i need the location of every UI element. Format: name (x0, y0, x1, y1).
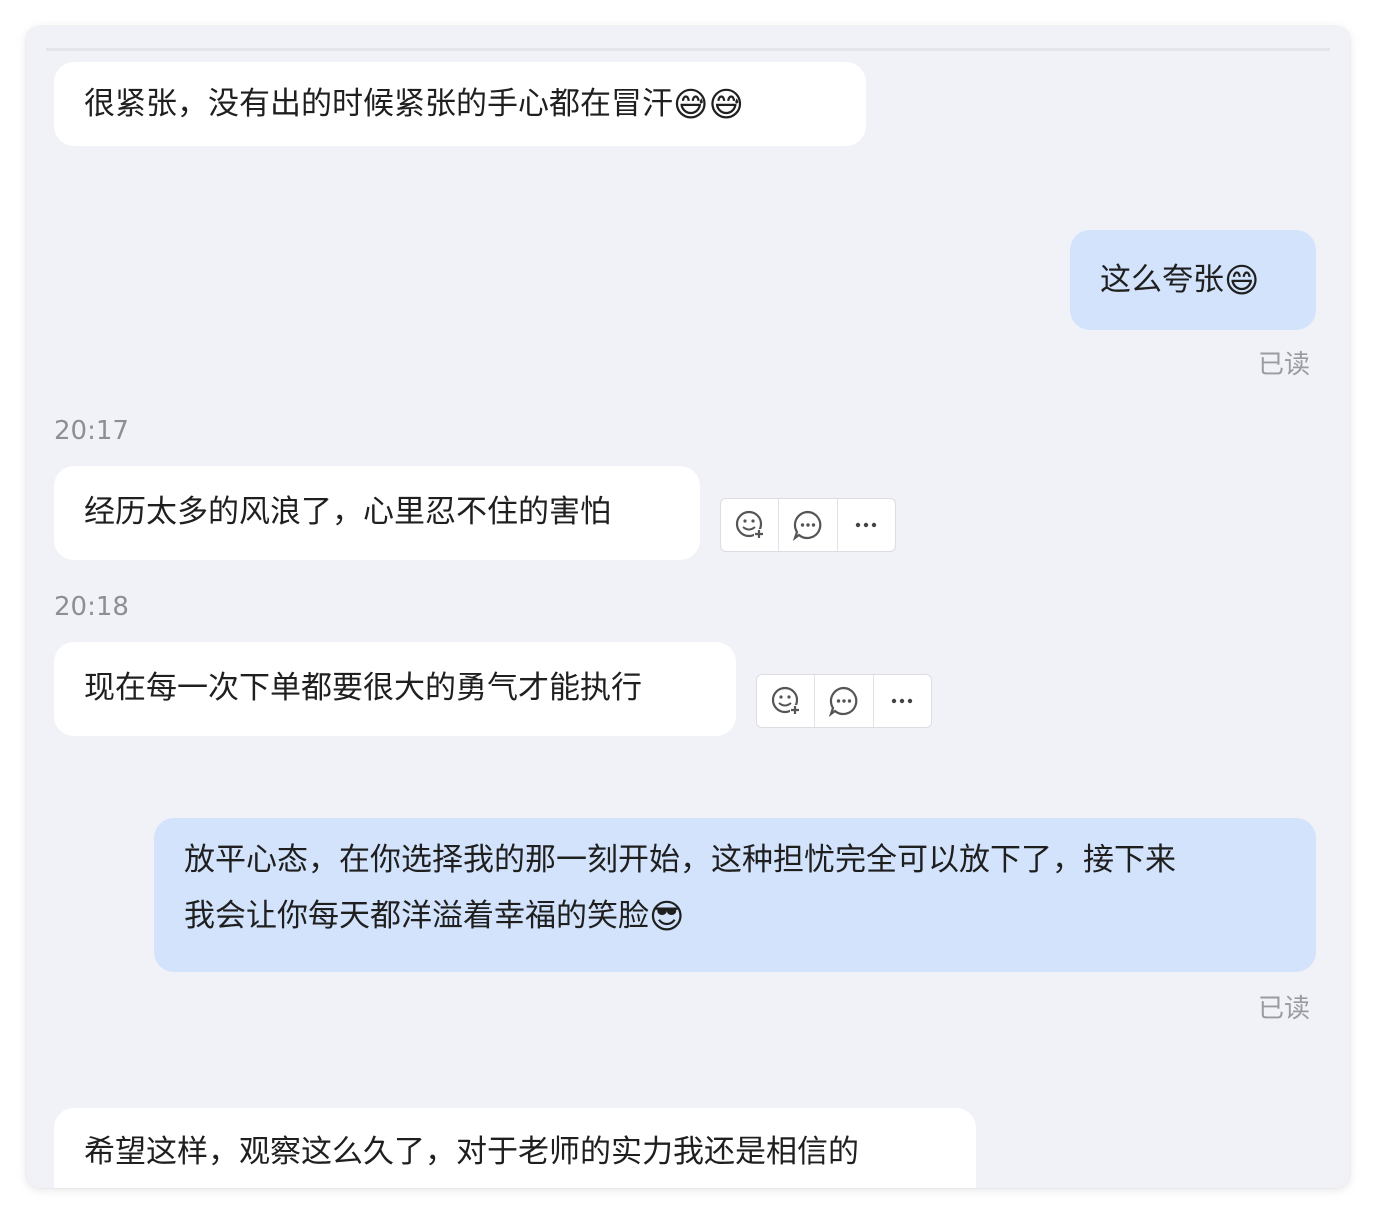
add-reaction-button[interactable] (757, 675, 816, 727)
sunglasses-emoji: 😎 (649, 897, 685, 937)
read-status: 已读 (1258, 350, 1311, 380)
more-button[interactable] (838, 499, 895, 551)
timestamp: 20:17 (54, 416, 129, 446)
message-list[interactable]: 很紧张，没有出的时候紧张的手心都在冒汗😅😅 这么夸张😄 已读 20:17 经历太… (26, 26, 1350, 1188)
comment-icon (828, 686, 858, 717)
message-bubble-incoming[interactable]: 经历太多的风浪了，心里忍不住的害怕 (54, 466, 700, 560)
add-reaction-button[interactable] (721, 499, 780, 551)
message-bubble-outgoing[interactable]: 放平心态，在你选择我的那一刻开始，这种担忧完全可以放下了，接下来 我会让你每天都… (154, 818, 1316, 972)
sweat-smile-emoji: 😅😅 (673, 85, 744, 125)
emoji-add-icon (735, 510, 764, 539)
message-text: 现在每一次下单都要很大的勇气才能执行 (84, 670, 642, 706)
message-bubble-incoming[interactable]: 很紧张，没有出的时候紧张的手心都在冒汗😅😅 (54, 62, 866, 146)
more-icon (856, 522, 877, 528)
message-bubble-incoming[interactable]: 现在每一次下单都要很大的勇气才能执行 (54, 642, 736, 736)
message-bubble-incoming[interactable]: 希望这样，观察这么久了，对于老师的实力我还是相信的 (54, 1108, 976, 1188)
comment-icon (792, 510, 822, 541)
message-action-bar (756, 674, 932, 728)
message-text-line: 我会让你每天都洋溢着幸福的笑脸 (184, 898, 649, 934)
more-icon (892, 698, 913, 704)
message-text: 很紧张，没有出的时候紧张的手心都在冒汗 (84, 86, 673, 122)
reply-button[interactable] (815, 675, 874, 727)
grin-emoji: 😄 (1224, 261, 1260, 301)
message-text: 希望这样，观察这么久了，对于老师的实力我还是相信的 (84, 1134, 859, 1170)
header-divider (46, 48, 1330, 51)
timestamp: 20:18 (54, 592, 129, 622)
message-text: 经历太多的风浪了，心里忍不住的害怕 (84, 494, 611, 530)
message-action-bar (720, 498, 896, 552)
chat-window: 很紧张，没有出的时候紧张的手心都在冒汗😅😅 这么夸张😄 已读 20:17 经历太… (26, 26, 1350, 1188)
emoji-add-icon (771, 686, 800, 715)
more-button[interactable] (874, 675, 931, 727)
reply-button[interactable] (779, 499, 838, 551)
message-bubble-outgoing[interactable]: 这么夸张😄 (1070, 230, 1316, 330)
read-status: 已读 (1258, 994, 1311, 1024)
message-text-line: 放平心态，在你选择我的那一刻开始，这种担忧完全可以放下了，接下来 (184, 842, 1176, 878)
message-text: 这么夸张 (1100, 262, 1224, 298)
